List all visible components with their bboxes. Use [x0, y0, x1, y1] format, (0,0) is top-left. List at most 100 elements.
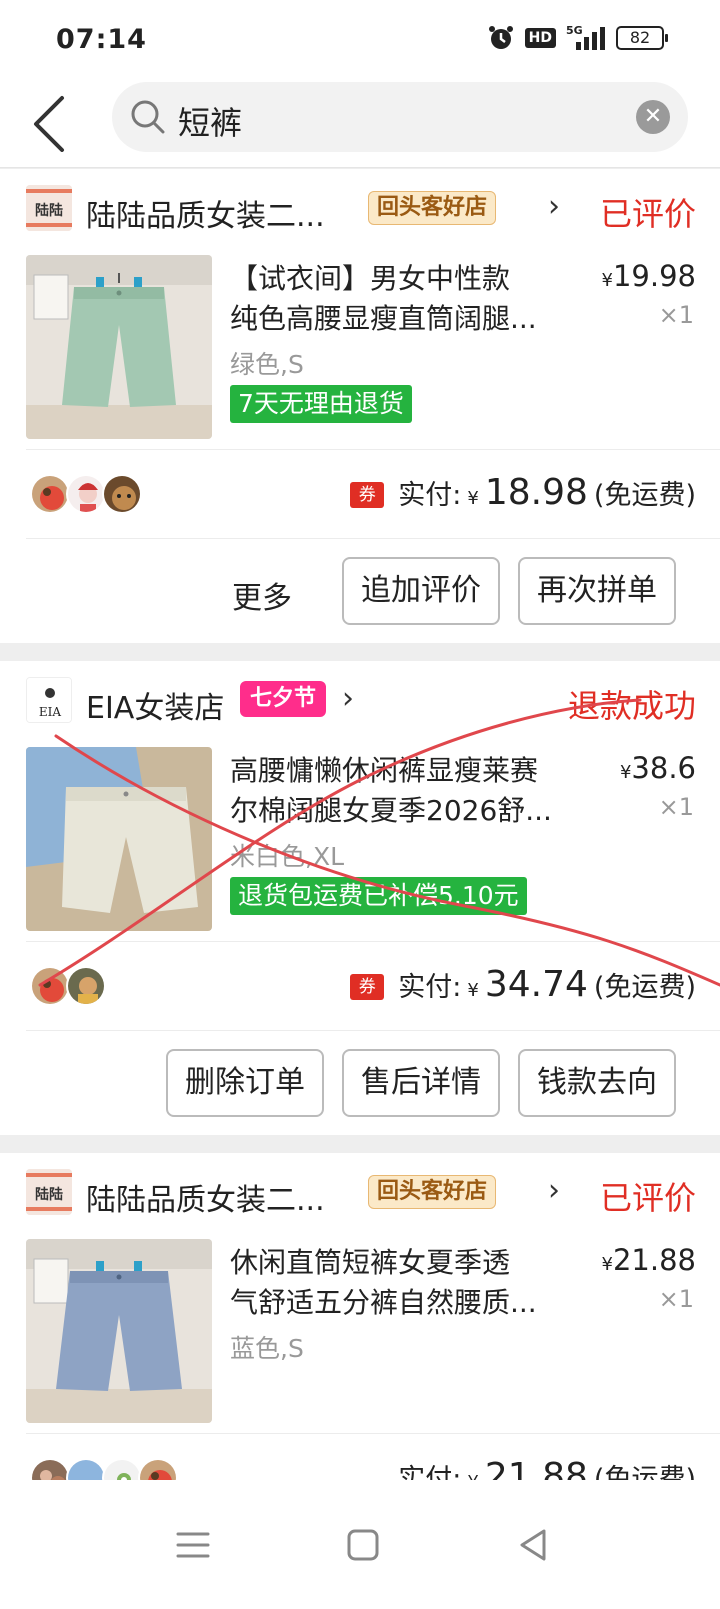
product-title[interactable]: 【试衣间】男女中性款 纯色高腰显瘦直筒阔腿... — [230, 259, 580, 339]
avatar — [66, 474, 106, 514]
pay-label: 实付: — [398, 972, 462, 1003]
chevron-right-icon[interactable]: › — [342, 681, 354, 716]
menu-icon[interactable] — [170, 1522, 216, 1568]
order-card[interactable]: 陆陆 陆陆品质女装二... 回头客好店 › 已评价 — [0, 1153, 720, 1522]
currency-symbol: ¥ — [601, 1254, 613, 1275]
product-price: ¥38.6 — [620, 751, 696, 785]
refund-destination-button[interactable]: 钱款去向 — [518, 1049, 676, 1117]
coupon-badge: 券 — [350, 482, 385, 508]
coupon-badge: 券 — [350, 974, 385, 1000]
battery-icon: 82 — [616, 26, 668, 50]
status-bar: 07:14 HD 5G 82 — [0, 0, 720, 82]
shop-badge: 七夕节 — [240, 681, 327, 717]
avatar — [66, 966, 106, 1006]
system-nav-bar — [0, 1480, 720, 1609]
back-icon[interactable] — [26, 92, 82, 152]
payment-info: 券 实付: ¥34.74 (免运费) — [350, 964, 696, 1005]
action-row: 删除订单 售后详情 钱款去向 — [0, 1031, 720, 1135]
product-spec: 米白色,XL — [230, 842, 345, 871]
price-value: 21.88 — [612, 1243, 696, 1277]
shop-header[interactable]: 陆陆 陆陆品质女装二... 回头客好店 › 已评价 — [0, 169, 720, 249]
product-image[interactable] — [26, 255, 212, 439]
group-avatars[interactable] — [30, 966, 106, 1006]
product-title-line2: 尔棉阔腿女夏季2026舒... — [230, 794, 552, 827]
product-title[interactable]: 休闲直筒短裤女夏季透 气舒适五分裤自然腰质... — [230, 1243, 580, 1323]
avatar — [30, 966, 70, 1006]
reorder-button[interactable]: 再次拼单 — [518, 557, 676, 625]
avatar — [102, 474, 142, 514]
product-quantity: ×1 — [658, 301, 694, 329]
back-triangle-icon[interactable] — [510, 1522, 556, 1568]
order-card[interactable]: 陆陆 陆陆品质女装二... 回头客好店 › 已评价 — [0, 169, 720, 643]
service-tag: 7天无理由退货 — [230, 385, 412, 423]
chevron-right-icon[interactable]: › — [548, 189, 560, 224]
product-title-line2: 纯色高腰显瘦直筒阔腿... — [230, 302, 537, 335]
product-title[interactable]: 高腰慵懒休闲裤显瘦莱赛 尔棉阔腿女夏季2026舒... — [230, 751, 580, 831]
status-icons: HD 5G 82 — [487, 24, 668, 52]
shop-name[interactable]: 陆陆品质女装二... — [86, 1175, 325, 1219]
search-query[interactable]: 短裤 — [178, 98, 242, 144]
shop-logo: 陆陆 — [26, 185, 72, 231]
shop-badge: 回头客好店 — [368, 1175, 497, 1209]
search-icon — [131, 100, 165, 134]
search-header: 短裤 ✕ — [0, 82, 720, 168]
home-icon[interactable] — [340, 1522, 386, 1568]
status-time: 07:14 — [56, 24, 147, 55]
product-title-line1: 【试衣间】男女中性款 — [230, 262, 511, 295]
chevron-right-icon[interactable]: › — [548, 1173, 560, 1208]
order-item[interactable]: 休闲直筒短裤女夏季透 气舒适五分裤自然腰质... 蓝色,S ¥21.88 ×1 — [0, 1233, 720, 1433]
shop-name[interactable]: 陆陆品质女装二... — [86, 191, 325, 235]
action-row: 更多 追加评价 再次拼单 — [0, 539, 720, 643]
currency-symbol: ¥ — [601, 270, 613, 291]
product-image[interactable] — [26, 747, 212, 931]
payment-row: 券 实付: ¥18.98 (免运费) — [0, 450, 720, 538]
price-value: 38.6 — [631, 751, 696, 785]
payment-row: 券 实付: ¥34.74 (免运费) — [0, 942, 720, 1030]
order-item[interactable]: 高腰慵懒休闲裤显瘦莱赛 尔棉阔腿女夏季2026舒... 米白色,XL 退货包运费… — [0, 741, 720, 941]
delete-order-button[interactable]: 删除订单 — [166, 1049, 324, 1117]
product-price: ¥19.98 — [602, 259, 696, 293]
product-quantity: ×1 — [658, 793, 694, 821]
shop-logo: 陆陆 — [26, 1169, 72, 1215]
shop-badge: 回头客好店 — [368, 191, 497, 225]
shop-logo-text: EIA — [39, 705, 62, 719]
more-button[interactable]: 更多 — [232, 573, 292, 617]
currency-symbol: ¥ — [467, 980, 479, 1001]
alarm-icon — [488, 26, 513, 49]
shop-logo: EIA — [26, 677, 72, 723]
product-title-line2: 气舒适五分裤自然腰质... — [230, 1286, 537, 1319]
clear-icon[interactable]: ✕ — [636, 100, 670, 134]
signal-icon: 5G — [566, 24, 605, 50]
order-card[interactable]: EIA EIA女装店 七夕节 › 退款成功 高腰慵懒休闲裤显瘦莱赛 尔棉阔腿女夏 — [0, 661, 720, 1135]
order-status: 已评价 — [599, 1179, 696, 1217]
product-quantity: ×1 — [658, 1285, 694, 1313]
group-avatars[interactable] — [30, 474, 142, 514]
hd-badge: HD — [524, 28, 556, 48]
shop-header[interactable]: 陆陆 陆陆品质女装二... 回头客好店 › 已评价 — [0, 1153, 720, 1233]
order-list: 陆陆 陆陆品质女装二... 回头客好店 › 已评价 【试衣间】男女中性款 纯色高… — [0, 169, 720, 1522]
card-gap — [0, 1135, 720, 1153]
price-value: 19.98 — [612, 259, 696, 293]
add-review-button[interactable]: 追加评价 — [342, 557, 500, 625]
card-gap — [0, 643, 720, 661]
pay-amount: 34.74 — [484, 964, 588, 1005]
service-tag: 退货包运费已补偿5.10元 — [230, 877, 527, 915]
currency-symbol: ¥ — [467, 488, 479, 509]
currency-symbol: ¥ — [619, 762, 632, 783]
product-title-line1: 休闲直筒短裤女夏季透 — [230, 1246, 511, 1279]
shop-header[interactable]: EIA EIA女装店 七夕节 › 退款成功 — [0, 661, 720, 741]
product-title-line1: 高腰慵懒休闲裤显瘦莱赛 — [230, 754, 539, 787]
shop-name[interactable]: EIA女装店 — [86, 683, 224, 727]
shipping-note: (免运费) — [593, 972, 696, 1003]
product-image[interactable] — [26, 1239, 212, 1423]
search-input[interactable]: 短裤 ✕ — [112, 82, 688, 152]
order-item[interactable]: 【试衣间】男女中性款 纯色高腰显瘦直筒阔腿... 绿色,S 7天无理由退货 ¥1… — [0, 249, 720, 449]
pay-amount: 18.98 — [484, 472, 588, 513]
payment-info: 券 实付: ¥18.98 (免运费) — [350, 472, 696, 513]
avatar — [30, 474, 70, 514]
shipping-note: (免运费) — [593, 480, 696, 511]
svg-text:5G: 5G — [566, 24, 583, 37]
after-sale-details-button[interactable]: 售后详情 — [342, 1049, 500, 1117]
product-spec: 绿色,S — [230, 350, 304, 379]
shop-logo-text: 陆陆 — [35, 203, 63, 219]
